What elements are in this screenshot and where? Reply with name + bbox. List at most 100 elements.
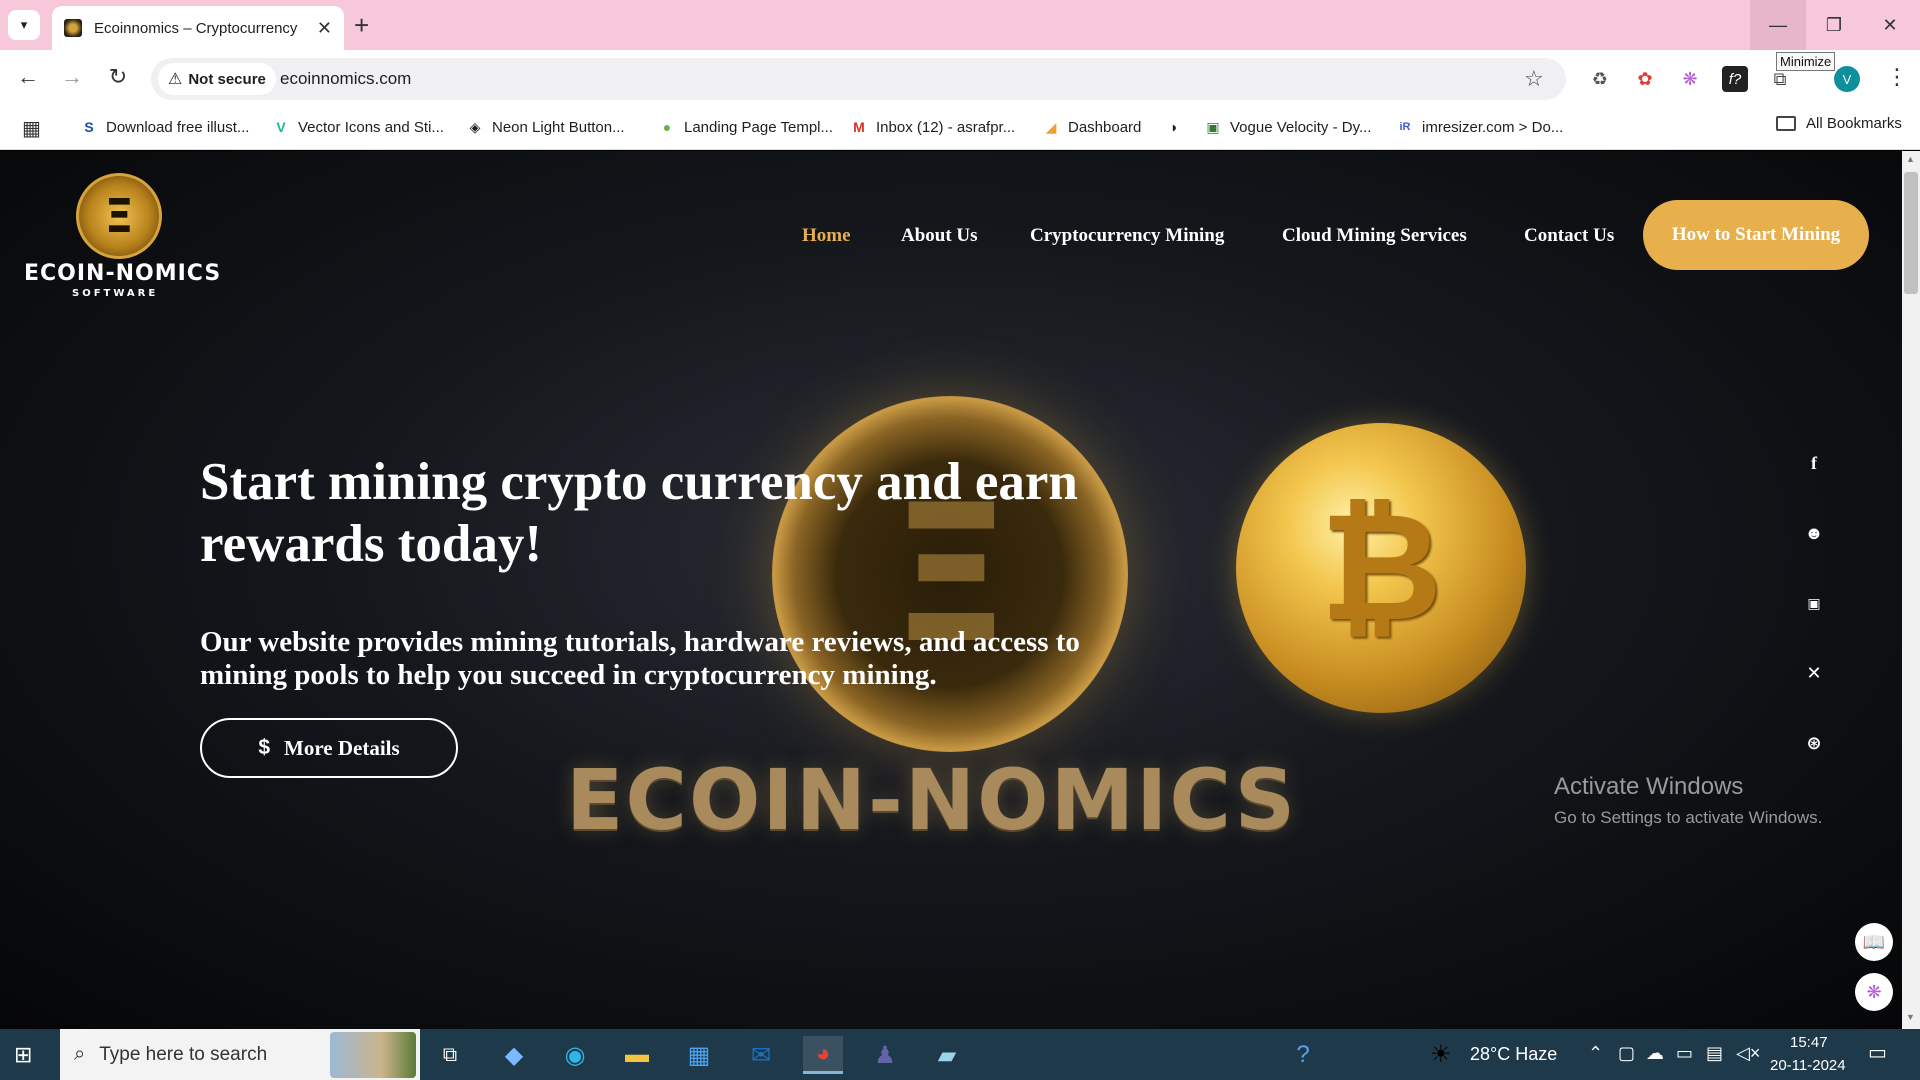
logo-emblem[interactable]: Ξ xyxy=(76,173,162,259)
bookmark-icon: iR xyxy=(1399,121,1411,133)
microsoft-store-icon[interactable]: ▦ xyxy=(679,1036,719,1074)
bookmark-item[interactable]: ● Landing Page Templ... xyxy=(658,115,833,139)
logo-subtitle: SOFTWARE xyxy=(72,288,159,299)
more-details-button[interactable]: $ More Details xyxy=(200,718,458,778)
nav-about-us[interactable]: About Us xyxy=(901,225,978,247)
youtube-icon[interactable]: ▣ xyxy=(1800,589,1828,617)
bookmark-icon: ▣ xyxy=(1206,118,1220,135)
bookmark-icon: ◈ xyxy=(469,118,481,135)
bookmark-item[interactable]: M Inbox (12) - asrafpr... xyxy=(850,115,1015,139)
more-details-label: More Details xyxy=(284,735,400,760)
scrollbar-thumb[interactable] xyxy=(1904,172,1918,294)
search-highlight-image xyxy=(330,1032,416,1078)
help-icon[interactable]: ? xyxy=(1283,1036,1323,1074)
minimize-button[interactable]: — xyxy=(1750,0,1806,50)
bookmark-label: Inbox (12) - asrafpr... xyxy=(876,118,1016,136)
network-icon[interactable]: ▤ xyxy=(1706,1043,1723,1064)
hero-title: Start mining crypto currency and earn re… xyxy=(200,453,1078,573)
font-extension-icon[interactable]: f? xyxy=(1722,66,1748,92)
bookmark-item[interactable]: iR imresizer.com > Do... xyxy=(1396,115,1564,139)
task-view-icon[interactable]: ⧉ xyxy=(430,1036,470,1074)
nav-cryptocurrency-mining[interactable]: Cryptocurrency Mining xyxy=(1030,225,1224,247)
browser-tab-active[interactable]: Ecoinnomics – Cryptocurrency ✕ xyxy=(52,6,344,50)
bookmark-label: Vogue Velocity - Dy... xyxy=(1230,118,1372,136)
copilot-icon[interactable]: ◆ xyxy=(494,1036,534,1074)
site-favicon-icon xyxy=(64,19,82,37)
dribbble-icon[interactable]: ⊛ xyxy=(1800,729,1828,757)
battery-icon[interactable]: ▭ xyxy=(1676,1043,1693,1064)
logo-name[interactable]: ECOIN-NOMICS xyxy=(24,261,221,286)
close-window-button[interactable]: ✕ xyxy=(1862,0,1918,50)
back-button[interactable]: ← xyxy=(14,64,42,90)
tab-close-icon[interactable]: ✕ xyxy=(317,18,332,39)
clock-date[interactable]: 20-11-2024 xyxy=(1770,1057,1846,1074)
activate-windows-title: Activate Windows xyxy=(1554,773,1744,800)
reader-book-icon[interactable]: 📖 xyxy=(1855,923,1893,961)
folder-icon xyxy=(1776,116,1796,131)
tab-search-button[interactable]: ▾ xyxy=(8,10,40,40)
x-twitter-icon[interactable]: ✕ xyxy=(1800,659,1828,687)
bookmark-icon: ● xyxy=(662,119,672,135)
profile-avatar[interactable]: V xyxy=(1834,66,1860,92)
facebook-icon[interactable]: f xyxy=(1800,449,1828,477)
forward-button[interactable]: → xyxy=(58,64,86,90)
new-tab-button[interactable]: + xyxy=(354,10,369,40)
bookmark-label: Dashboard xyxy=(1068,118,1142,136)
nav-contact-us[interactable]: Contact Us xyxy=(1524,225,1614,247)
color-picker-extension-icon[interactable]: ✿ xyxy=(1632,66,1658,92)
file-explorer-icon[interactable]: ▬ xyxy=(617,1036,657,1074)
bookmark-icon: V xyxy=(276,119,286,135)
reddit-icon[interactable]: ☻ xyxy=(1800,519,1828,547)
nav-home[interactable]: Home xyxy=(802,225,851,247)
warning-icon: ⚠ xyxy=(168,71,183,88)
windows-start-icon[interactable]: ⊞ xyxy=(14,1042,32,1068)
scroll-down-arrow-icon[interactable]: ▼ xyxy=(1906,1012,1915,1022)
hero-subtitle: Our website provides mining tutorials, h… xyxy=(200,626,1080,691)
url-text[interactable]: ecoinnomics.com xyxy=(280,69,411,89)
hero-brand-wordmark: ECOIN-NOMICS xyxy=(566,751,1298,849)
security-label: Not secure xyxy=(188,70,266,88)
bookmark-icon: ◢ xyxy=(1045,118,1057,135)
scroll-up-arrow-icon[interactable]: ▲ xyxy=(1906,154,1915,164)
all-bookmarks-button[interactable]: All Bookmarks xyxy=(1776,115,1902,132)
activate-windows-subtitle: Go to Settings to activate Windows. xyxy=(1554,808,1823,827)
weather-text[interactable]: 28°C Haze xyxy=(1470,1044,1557,1065)
search-icon: ⌕ xyxy=(74,1043,86,1065)
reload-button[interactable]: ↻ xyxy=(104,64,132,90)
bookmark-item[interactable]: ◢ Dashboard xyxy=(1042,115,1142,139)
how-to-start-mining-button[interactable]: How to Start Mining xyxy=(1643,200,1869,270)
logo-e-icon: Ξ xyxy=(104,189,134,243)
device-icon[interactable]: ▢ xyxy=(1618,1043,1635,1064)
chevron-down-icon: ▾ xyxy=(20,17,28,32)
bookmark-item[interactable]: ◑ xyxy=(1164,115,1190,139)
cloud-icon[interactable]: ☁ xyxy=(1646,1043,1664,1064)
notepad-app-icon[interactable]: ▰ xyxy=(927,1036,967,1074)
weather-sun-icon[interactable]: ☀ xyxy=(1430,1040,1452,1069)
bitcoin-icon: ₿ xyxy=(1319,481,1443,655)
bookmark-label: Vector Icons and Sti... xyxy=(298,118,444,136)
show-hidden-icons-icon[interactable]: ⌃ xyxy=(1588,1043,1603,1064)
recycle-extension-icon[interactable]: ♻ xyxy=(1587,66,1613,92)
restore-button[interactable]: ❐ xyxy=(1806,0,1862,50)
bookmark-star-icon[interactable]: ☆ xyxy=(1524,66,1544,92)
volume-muted-icon[interactable]: ◁× xyxy=(1736,1043,1760,1064)
brain-extension-icon[interactable]: ❋ xyxy=(1677,66,1703,92)
bookmark-item[interactable]: V Vector Icons and Sti... xyxy=(272,115,444,139)
browser-menu-icon[interactable]: ⋮ xyxy=(1886,64,1908,90)
bookmark-icon: ◑ xyxy=(1168,119,1178,135)
site-info-chip[interactable]: ⚠ Not secure xyxy=(158,63,276,95)
clock-time[interactable]: 15:47 xyxy=(1790,1034,1828,1051)
outlook-icon[interactable]: ✉ xyxy=(741,1036,781,1074)
notification-center-icon[interactable]: ▭ xyxy=(1868,1040,1887,1065)
bookmark-icon: M xyxy=(853,119,865,135)
brain-assistant-icon[interactable]: ❋ xyxy=(1855,973,1893,1011)
chrome-icon[interactable]: ◕ xyxy=(803,1036,843,1074)
apps-grid-icon[interactable]: ▦ xyxy=(22,116,41,141)
bookmark-item[interactable]: ▣ Vogue Velocity - Dy... xyxy=(1204,115,1371,139)
edge-browser-icon[interactable]: ◉ xyxy=(555,1036,595,1074)
nav-cloud-mining-services[interactable]: Cloud Mining Services xyxy=(1282,225,1467,247)
bookmark-icon: S xyxy=(84,119,94,135)
bookmark-item[interactable]: ◈ Neon Light Button... xyxy=(466,115,625,139)
teams-icon[interactable]: ♟ xyxy=(865,1036,905,1074)
bookmark-item[interactable]: S Download free illust... xyxy=(80,115,249,139)
